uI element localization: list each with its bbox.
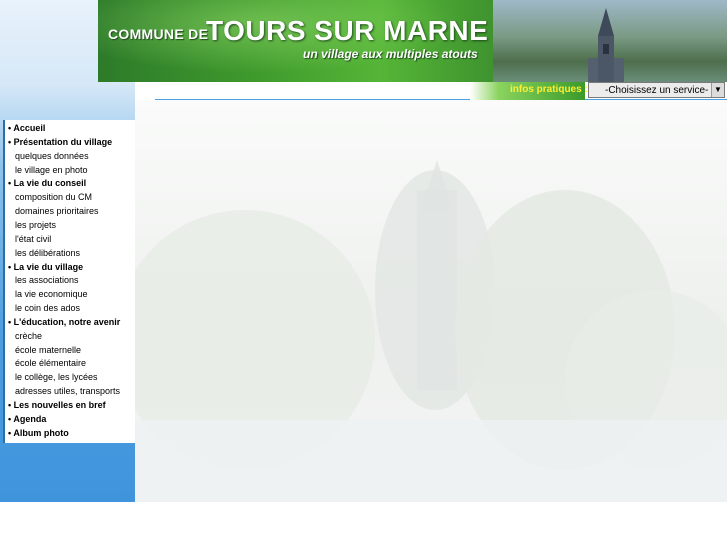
main-content — [135, 100, 727, 502]
menu-item[interactable]: • Les nouvelles en bref — [8, 400, 106, 410]
menu-item[interactable]: • Accueil — [8, 123, 45, 133]
menu-item[interactable]: le coin des ados — [15, 303, 80, 313]
menu-item[interactable]: le collège, les lycées — [15, 372, 98, 382]
church-image — [588, 8, 624, 82]
service-select-value: -Choisissez un service- — [605, 85, 709, 96]
menu-item[interactable]: • La vie du village — [8, 262, 83, 272]
side-menu: • Accueil • Présentation du village quelqu… — [3, 120, 135, 443]
menu-item[interactable]: les associations — [15, 275, 79, 285]
menu-item[interactable]: école maternelle — [15, 345, 81, 355]
menu-item[interactable]: école élémentaire — [15, 358, 86, 368]
menu-item[interactable]: domaines prioritaires — [15, 206, 99, 216]
chevron-down-icon: ▼ — [714, 85, 722, 94]
menu-item[interactable]: les projets — [15, 220, 56, 230]
background-photo — [135, 160, 727, 502]
menu-item[interactable]: quelques données — [15, 151, 89, 161]
menu-item[interactable]: la vie economique — [15, 289, 88, 299]
commune-de-text: COMMUNE DE — [108, 26, 209, 42]
slogan-text: un village aux multiples atouts — [303, 47, 478, 61]
menu-item[interactable]: • Présentation du village — [8, 137, 112, 147]
menu-item[interactable]: le village en photo — [15, 165, 88, 175]
menu-item[interactable]: • L'éducation, notre avenir — [8, 317, 120, 327]
menu-item[interactable]: • Album photo — [8, 428, 69, 438]
town-name-logo: TOURS SUR MARNE — [206, 15, 489, 46]
menu-item[interactable]: composition du CM — [15, 192, 92, 202]
menu-item[interactable]: crèche — [15, 331, 42, 341]
banner: COMMUNE DE TOURS SUR MARNE un village au… — [98, 0, 727, 82]
header-left-panel — [0, 0, 98, 82]
menu-item[interactable]: adresses utiles, transports — [15, 386, 120, 396]
site-header: COMMUNE DE TOURS SUR MARNE un village au… — [0, 0, 727, 82]
menu-item[interactable]: l'état civil — [15, 234, 51, 244]
service-select[interactable]: -Choisissez un service- ▼ — [588, 82, 725, 98]
infos-pratiques-label: infos pratiques : — [510, 84, 588, 95]
menu-item[interactable]: les délibérations — [15, 248, 80, 258]
menu-item[interactable]: • La vie du conseil — [8, 178, 86, 188]
menu-item[interactable]: • Agenda — [8, 414, 46, 424]
select-dropdown-button[interactable]: ▼ — [711, 83, 724, 97]
